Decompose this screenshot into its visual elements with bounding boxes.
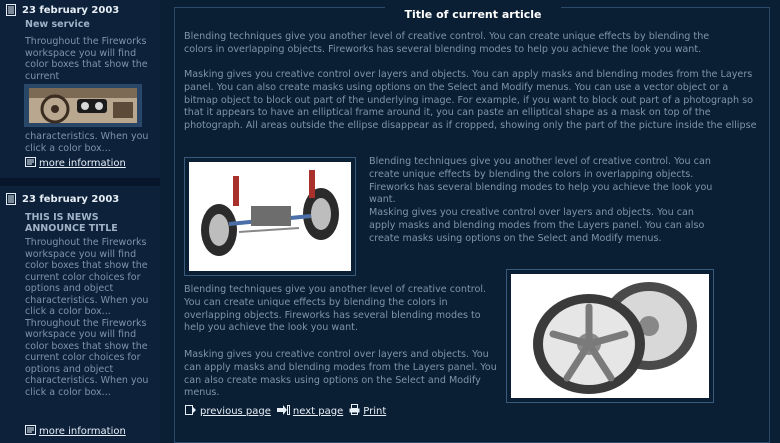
article-navigation: previous page next page Print xyxy=(185,404,386,418)
document-icon xyxy=(25,157,36,169)
news-date: 23 february 2003 xyxy=(22,4,120,16)
news-title: THIS IS NEWS ANNOUNCE TITLE xyxy=(25,212,118,234)
article-title: Title of current article xyxy=(385,7,561,24)
news-sidebar: 23 february 2003 New service Throughout … xyxy=(0,0,160,443)
news-item: 23 february 2003 New service Throughout … xyxy=(0,0,158,178)
news-text: Throughout the Fireworks workspace you w… xyxy=(25,237,149,398)
article-paragraph: Blending techniques give you another lev… xyxy=(369,156,713,206)
next-page-icon xyxy=(276,404,290,418)
document-icon xyxy=(25,425,36,437)
sidebar-divider xyxy=(0,178,160,186)
article-panel: Title of current article Blending techni… xyxy=(174,7,770,443)
news-date-row: 23 february 2003 xyxy=(6,4,119,16)
document-icon xyxy=(6,193,16,205)
print-link[interactable]: Print xyxy=(349,404,386,418)
article-paragraph: Masking gives you creative control over … xyxy=(369,207,705,244)
article-paragraph: Masking gives you creative control over … xyxy=(184,349,497,399)
news-text-continued: characteristics. When you click a color … xyxy=(25,131,149,154)
next-page-label[interactable]: next page xyxy=(293,406,343,417)
news-text: Throughout the Fireworks workspace you w… xyxy=(25,36,148,82)
suspension-image xyxy=(189,162,351,271)
previous-page-icon xyxy=(185,404,197,418)
news-title: New service xyxy=(25,19,90,30)
article-paragraph: Blending techniques give you another lev… xyxy=(184,284,487,334)
document-icon xyxy=(6,4,16,16)
print-icon xyxy=(349,404,360,418)
news-date: 23 february 2003 xyxy=(22,193,120,205)
article-paragraph: Blending techniques give you another lev… xyxy=(184,31,710,55)
previous-page-link[interactable]: previous page xyxy=(185,404,271,418)
next-page-link[interactable]: next page xyxy=(276,404,343,418)
news-thumbnail[interactable] xyxy=(24,84,142,127)
suspension-image-frame xyxy=(184,157,356,276)
article-paragraph: Masking gives you creative control over … xyxy=(184,69,757,132)
more-information-label: more information xyxy=(39,425,126,437)
car-interior-image xyxy=(25,85,141,126)
more-information-link[interactable]: more information xyxy=(25,425,126,437)
news-date-row: 23 february 2003 xyxy=(6,193,119,205)
more-information-label: more information xyxy=(39,157,126,169)
print-label[interactable]: Print xyxy=(363,406,386,417)
wheels-image-frame xyxy=(506,269,714,403)
previous-page-label[interactable]: previous page xyxy=(200,406,271,417)
more-information-link[interactable]: more information xyxy=(25,157,126,169)
news-item: 23 february 2003 THIS IS NEWS ANNOUNCE T… xyxy=(0,186,158,443)
wheels-image xyxy=(511,274,709,398)
